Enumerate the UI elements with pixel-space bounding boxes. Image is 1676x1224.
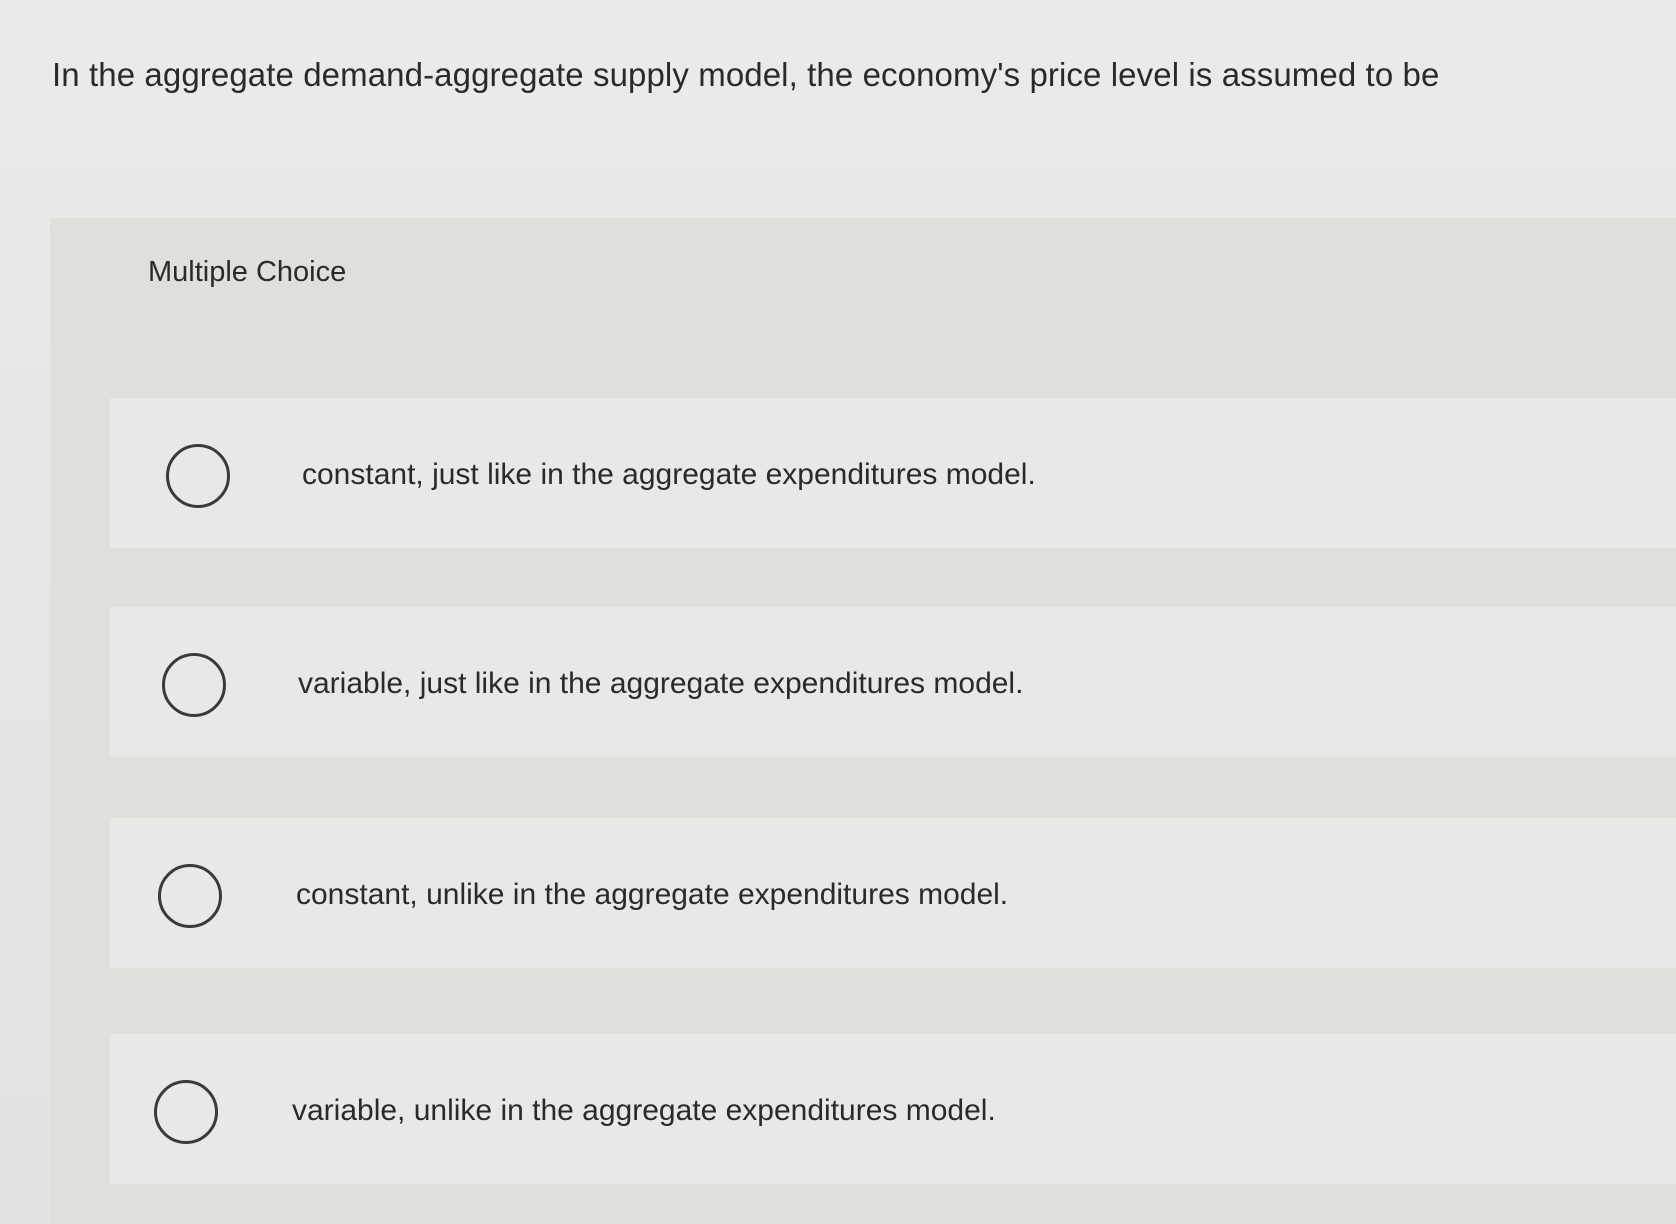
- radio-button-1[interactable]: [166, 444, 230, 508]
- panel-header: Multiple Choice: [50, 218, 1676, 328]
- multiple-choice-panel: Multiple Choice constant, just like in t…: [50, 218, 1676, 1224]
- radio-button-2[interactable]: [162, 653, 226, 717]
- answer-option-1[interactable]: constant, just like in the aggregate exp…: [110, 398, 1676, 548]
- question-type-label: Multiple Choice: [148, 256, 347, 288]
- answer-option-label-2: variable, just like in the aggregate exp…: [298, 667, 1024, 700]
- answer-option-2[interactable]: variable, just like in the aggregate exp…: [110, 607, 1676, 757]
- answer-option-4[interactable]: variable, unlike in the aggregate expend…: [110, 1034, 1676, 1184]
- answer-option-label-4: variable, unlike in the aggregate expend…: [292, 1094, 996, 1127]
- radio-button-4[interactable]: [154, 1080, 218, 1144]
- question-prompt: In the aggregate demand-aggregate supply…: [52, 56, 1440, 93]
- quiz-page: In the aggregate demand-aggregate supply…: [0, 0, 1676, 1224]
- radio-button-3[interactable]: [158, 864, 222, 928]
- answer-option-3[interactable]: constant, unlike in the aggregate expend…: [110, 818, 1676, 968]
- answer-option-label-1: constant, just like in the aggregate exp…: [302, 458, 1036, 491]
- answer-option-label-3: constant, unlike in the aggregate expend…: [296, 878, 1009, 911]
